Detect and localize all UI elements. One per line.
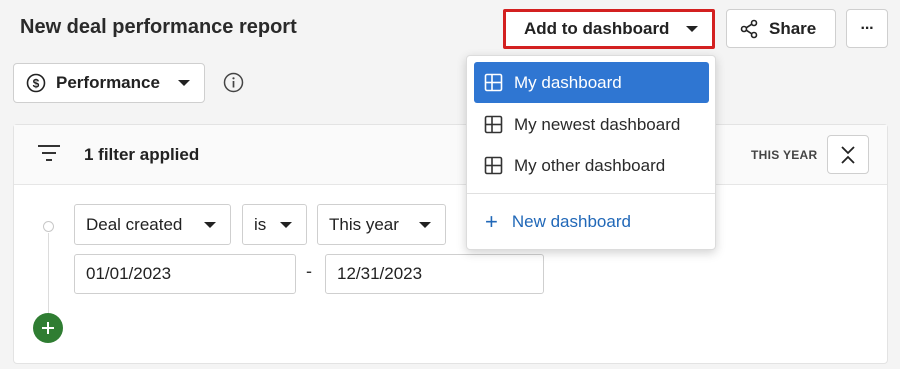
share-icon <box>740 19 758 38</box>
chevron-down-icon <box>419 221 431 228</box>
filter-timeline-line <box>48 233 49 315</box>
filter-timeline-dot <box>43 221 54 232</box>
plus-icon: + <box>485 208 498 234</box>
menu-item-my-other-dashboard[interactable]: My other dashboard <box>474 145 709 186</box>
filter-summary: 1 filter applied <box>84 145 200 164</box>
menu-divider <box>467 193 715 194</box>
dashboard-grid-icon <box>484 73 503 92</box>
start-date-input[interactable]: 01/01/2023 <box>74 254 296 294</box>
more-options-button[interactable]: ··· <box>846 9 888 48</box>
page-title: New deal performance report <box>20 16 297 38</box>
more-icon: ··· <box>860 19 875 37</box>
dashboard-grid-icon <box>484 156 503 175</box>
filter-field-select[interactable]: Deal created <box>74 204 231 245</box>
filter-icon[interactable] <box>37 143 61 163</box>
new-dashboard-label: New dashboard <box>511 211 631 231</box>
menu-item-my-dashboard[interactable]: My dashboard <box>474 62 709 103</box>
filter-operator-value: is <box>254 214 267 234</box>
period-badge: THIS YEAR <box>751 148 818 162</box>
filter-operator-select[interactable]: is <box>242 204 307 245</box>
add-to-dashboard-label: Add to dashboard <box>524 19 670 38</box>
dashboard-menu: My dashboard My newest dashboard My othe… <box>466 55 716 250</box>
performance-dropdown[interactable]: $ Performance <box>13 63 205 103</box>
menu-item-label: My other dashboard <box>514 155 666 175</box>
start-date-value: 01/01/2023 <box>86 264 172 283</box>
filter-panel-header: 1 filter applied THIS YEAR <box>14 125 887 185</box>
menu-item-label: My dashboard <box>514 72 622 92</box>
chevron-down-icon <box>178 80 190 86</box>
info-icon[interactable] <box>223 72 244 93</box>
filter-panel: 1 filter applied THIS YEAR Deal created … <box>13 124 888 364</box>
filter-period-select[interactable]: This year <box>317 204 446 245</box>
add-filter-button[interactable] <box>33 313 63 343</box>
collapse-icon <box>841 145 855 164</box>
plus-icon <box>42 322 54 334</box>
date-range-separator: - <box>306 261 312 281</box>
end-date-input[interactable]: 12/31/2023 <box>325 254 544 294</box>
new-dashboard-button[interactable]: + New dashboard <box>474 201 709 242</box>
chevron-down-icon <box>280 221 292 228</box>
chevron-down-icon <box>686 26 698 32</box>
collapse-filters-button[interactable] <box>827 135 869 174</box>
end-date-value: 12/31/2023 <box>337 264 423 283</box>
dashboard-grid-icon <box>484 115 503 134</box>
share-button[interactable]: Share <box>726 9 836 48</box>
menu-item-label: My newest dashboard <box>514 114 681 134</box>
share-label: Share <box>769 18 817 38</box>
chevron-down-icon <box>204 221 216 228</box>
svg-text:$: $ <box>33 77 40 91</box>
performance-label: Performance <box>56 73 160 92</box>
add-to-dashboard-button[interactable]: Add to dashboard <box>503 9 715 49</box>
menu-item-my-newest-dashboard[interactable]: My newest dashboard <box>474 104 709 145</box>
filter-period-value: This year <box>329 214 399 234</box>
filter-field-value: Deal created <box>86 214 183 234</box>
dollar-circle-icon: $ <box>26 73 46 93</box>
